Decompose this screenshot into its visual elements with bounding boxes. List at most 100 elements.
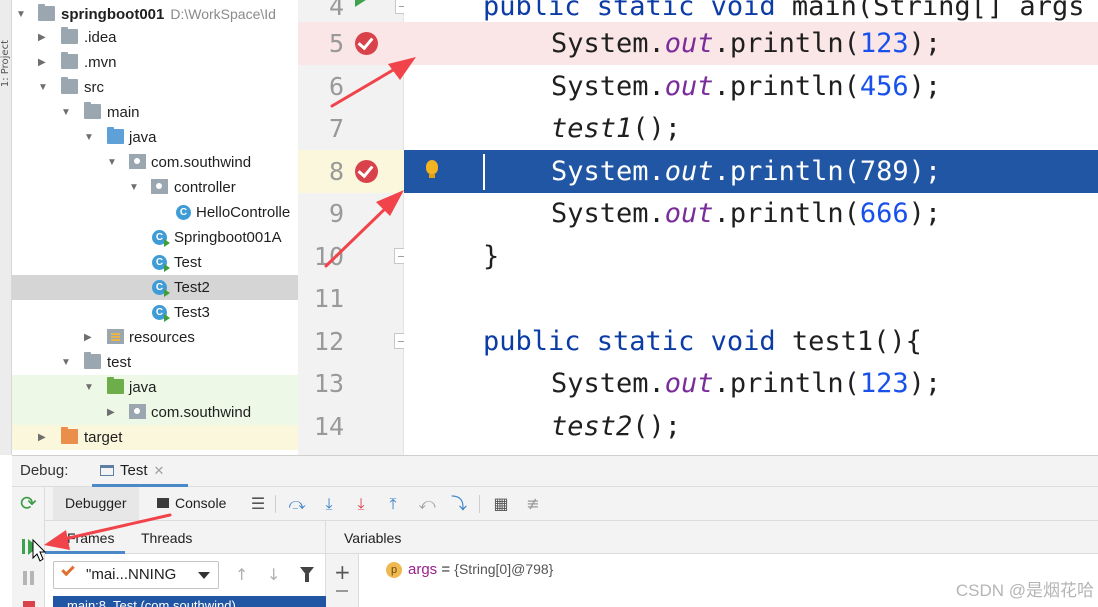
arrow-down-icon[interactable]: ↓ — [267, 565, 280, 584]
step-over-icon[interactable]: ⤼ — [287, 494, 307, 514]
expand-arrow-icon[interactable]: ▼ — [84, 375, 98, 400]
code-editor[interactable]: public static void main(String[] args Sy… — [404, 0, 1098, 455]
step-into-icon[interactable]: ⤓ — [319, 494, 339, 514]
tree-row-main[interactable]: ▼ main — [12, 100, 298, 125]
tree-row-hellocontroller[interactable]: C HelloControlle — [12, 200, 298, 225]
arrow-up-icon[interactable]: ↑ — [235, 565, 248, 584]
breakpoint-icon[interactable] — [355, 32, 378, 55]
line-number: 5 — [328, 29, 344, 58]
tree-row-springboot-app[interactable]: C Springboot001A — [12, 225, 298, 250]
text-caret — [483, 154, 485, 190]
tree-row-target[interactable]: ▶ target — [12, 425, 298, 450]
frames-threads-tabs: Frames Threads — [45, 521, 326, 554]
rerun-icon[interactable] — [19, 491, 39, 515]
code-number: 456 — [859, 71, 909, 102]
collapsed-arrow-icon[interactable]: ▶ — [107, 400, 121, 425]
debug-tool-window-header: Debug: Test ✕ — [12, 455, 1098, 487]
gutter-line: 5 — [298, 22, 404, 65]
code-line: System.out.println(456); — [404, 65, 1098, 108]
expand-arrow-icon[interactable]: ▼ — [16, 2, 30, 27]
code-token: ); — [908, 28, 942, 59]
menu-lines-icon[interactable]: ☰ — [248, 494, 268, 514]
tab-frames[interactable]: Frames — [45, 521, 125, 554]
run-to-cursor-icon[interactable]: ⤵ — [449, 494, 469, 514]
tree-row-test-dir[interactable]: ▼ test — [12, 350, 298, 375]
collapsed-arrow-icon[interactable]: ▶ — [38, 50, 52, 75]
intention-bulb-icon[interactable] — [426, 160, 438, 178]
tab-debugger[interactable]: Debugger — [53, 487, 139, 520]
code-token: test1(){ — [791, 326, 922, 357]
tree-row-mvn[interactable]: ▶ .mvn — [12, 50, 298, 75]
editor-gutter[interactable]: 4 5 6 7 8 9 10 11 12 13 14 — [298, 0, 411, 455]
add-watch-icon[interactable]: + — [334, 560, 351, 584]
code-token: .println( — [713, 368, 860, 399]
line-number: 11 — [313, 284, 344, 313]
run-gutter-icon[interactable] — [355, 0, 369, 7]
code-field: out — [664, 28, 714, 59]
package-icon — [129, 404, 146, 419]
tab-console[interactable]: Console — [145, 487, 238, 520]
tree-row-resources[interactable]: ▶ resources — [12, 325, 298, 350]
project-tool-tab[interactable]: 1: Project — [0, 40, 12, 87]
filter-icon[interactable] — [300, 567, 314, 582]
drop-frame-icon[interactable]: ⤺ — [417, 494, 437, 514]
tree-row-controller[interactable]: ▼ controller — [12, 175, 298, 200]
runnable-class-icon: C — [152, 255, 170, 272]
tree-row-test2[interactable]: C Test2 — [12, 275, 298, 300]
gutter-line: 12 — [298, 320, 410, 363]
tree-label: .idea — [84, 29, 117, 46]
step-out-icon[interactable]: ⤒ — [383, 494, 403, 514]
collapsed-arrow-icon[interactable]: ▶ — [38, 25, 52, 50]
force-step-into-icon[interactable]: ⤓ — [351, 494, 371, 514]
stop-icon[interactable] — [19, 599, 39, 607]
stack-frame-row[interactable]: main:8, Test (com.southwind) — [53, 596, 326, 607]
collapsed-arrow-icon[interactable]: ▶ — [38, 425, 52, 450]
evaluate-icon[interactable]: ▦ — [491, 494, 511, 514]
gutter-line: 9 — [298, 192, 404, 235]
runnable-class-icon: C — [152, 230, 170, 247]
trace-icon[interactable]: ≢ — [523, 494, 543, 514]
code-token: System. — [551, 156, 665, 187]
tree-row-package[interactable]: ▼ com.southwind — [12, 150, 298, 175]
tree-row-test-java[interactable]: ▼ java — [12, 375, 298, 400]
remove-watch-icon[interactable] — [336, 590, 348, 592]
expand-arrow-icon[interactable]: ▼ — [107, 150, 121, 175]
variable-value: {String[0]@798} — [454, 561, 554, 577]
pause-icon[interactable] — [19, 569, 39, 589]
code-method-call: test2 — [551, 411, 633, 442]
resume-icon[interactable] — [19, 537, 39, 557]
tree-row-idea[interactable]: ▶ .idea — [12, 25, 298, 50]
debug-session-tab[interactable]: Test ✕ — [92, 456, 172, 487]
expand-arrow-icon[interactable]: ▼ — [38, 75, 52, 100]
resources-folder-icon — [107, 329, 124, 344]
tree-row-test-package[interactable]: ▶ com.southwind — [12, 400, 298, 425]
breakpoint-icon[interactable] — [355, 160, 378, 183]
tree-row-test3[interactable]: C Test3 — [12, 300, 298, 325]
tree-row-project-root[interactable]: ▼ springboot001 D:\WorkSpace\Id — [12, 2, 298, 27]
tab-threads[interactable]: Threads — [141, 521, 192, 554]
expand-arrow-icon[interactable]: ▼ — [129, 175, 143, 200]
code-line: System.out.println(123); — [404, 362, 1098, 405]
tree-row-test[interactable]: C Test — [12, 250, 298, 275]
expand-arrow-icon[interactable]: ▼ — [61, 100, 75, 125]
thread-selector[interactable]: "mai...NNING — [53, 561, 219, 589]
tree-label: Test2 — [174, 279, 210, 296]
code-line: test2(); — [404, 405, 1098, 448]
variable-name: args — [408, 561, 438, 578]
collapsed-arrow-icon[interactable]: ▶ — [84, 325, 98, 350]
console-icon — [157, 498, 169, 508]
code-line: System.out.println(123); — [404, 22, 1098, 65]
close-tab-icon[interactable]: ✕ — [154, 463, 165, 478]
expand-arrow-icon[interactable]: ▼ — [61, 350, 75, 375]
tree-row-main-java[interactable]: ▼ java — [12, 125, 298, 150]
runnable-class-icon: C — [152, 305, 170, 322]
tree-label: target — [84, 429, 123, 446]
project-name: springboot001 — [61, 6, 165, 23]
toolbar-separator — [479, 495, 480, 513]
code-token: .println( — [713, 198, 860, 229]
tree-label: controller — [174, 179, 236, 196]
tree-row-src[interactable]: ▼ src — [12, 75, 298, 100]
expand-arrow-icon[interactable]: ▼ — [84, 125, 98, 150]
variable-row[interactable]: p args = {String[0]@798} — [386, 558, 553, 580]
